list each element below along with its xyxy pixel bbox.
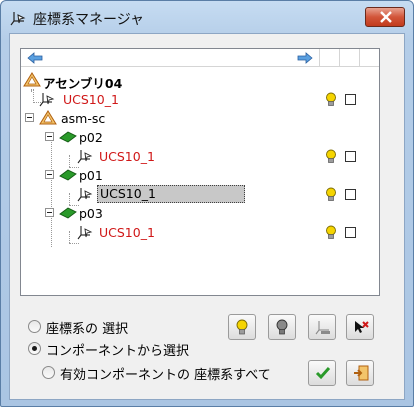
tree-row-part[interactable]: p01 [21, 166, 379, 185]
tree-row-ucs[interactable]: UCS10_1 [21, 223, 379, 242]
tree-row-ucs-selected[interactable]: UCS10_1 [21, 185, 379, 204]
part-icon [59, 207, 77, 219]
coordinate-system-icon [77, 226, 93, 240]
window-title: 座標系マネージャ [33, 12, 145, 28]
coordinate-axes-icon [315, 321, 330, 335]
coordinate-system-icon [39, 93, 55, 107]
visibility-checkbox[interactable] [345, 94, 356, 105]
coordinate-system-button[interactable] [308, 314, 336, 340]
tree-line [69, 243, 79, 244]
coordinate-system-icon [77, 188, 93, 202]
cancel-button[interactable] [346, 360, 374, 386]
part-icon [59, 169, 77, 181]
radio-button[interactable] [28, 320, 41, 333]
radio-button[interactable] [42, 366, 55, 379]
tree-row-ucs[interactable]: UCS10_1 [21, 90, 379, 109]
tree-header [21, 49, 379, 67]
tree-label: UCS10_1 [99, 149, 155, 164]
lightbulb-icon[interactable] [325, 149, 337, 164]
remove-coordinate-button[interactable] [346, 314, 374, 340]
hide-all-button[interactable] [268, 314, 296, 340]
lightbulb-off-icon [276, 319, 288, 335]
tree-label: p01 [79, 168, 103, 183]
ok-button[interactable] [308, 360, 336, 386]
tree-row-assembly-root[interactable]: アセンブリ04 [21, 71, 379, 91]
assembly-icon [39, 110, 57, 125]
column-divider [339, 49, 340, 67]
lightbulb-on-icon [236, 319, 248, 335]
tree-label: UCS10_1 [63, 92, 119, 107]
pointer-delete-icon [355, 321, 369, 333]
tree-label: UCS10_1 [99, 225, 155, 240]
close-icon [380, 11, 392, 23]
visibility-checkbox[interactable] [345, 151, 356, 162]
exit-icon [354, 365, 369, 381]
title-bar[interactable]: 座標系マネージャ [1, 1, 413, 33]
tree-label: p03 [79, 206, 103, 221]
tree-label: UCS10_1 [97, 185, 245, 203]
collapse-toggle[interactable] [45, 170, 54, 179]
column-divider [359, 49, 360, 67]
lightbulb-icon[interactable] [325, 187, 337, 202]
visibility-checkbox[interactable] [345, 189, 356, 200]
show-all-button[interactable] [228, 314, 256, 340]
tree-row-part[interactable]: p03 [21, 204, 379, 223]
part-icon [59, 131, 77, 143]
visibility-checkbox[interactable] [345, 227, 356, 238]
radio-label: 座標系の 選択 [46, 322, 129, 337]
coordinate-system-icon [10, 12, 26, 26]
collapse-toggle[interactable] [25, 113, 34, 122]
close-button[interactable] [365, 7, 405, 27]
tree-row-part[interactable]: p02 [21, 128, 379, 147]
assembly-icon [23, 72, 41, 87]
radio-label: コンポーネントから選択 [46, 344, 190, 359]
tree-row-ucs[interactable]: UCS10_1 [21, 147, 379, 166]
arrow-left-icon[interactable] [27, 52, 43, 64]
tree-label: asm-sc [61, 111, 106, 126]
collapse-toggle[interactable] [45, 208, 54, 217]
radio-label: 有効コンポーネントの 座標系すべて [60, 368, 271, 383]
dialog-window: 座標系マネージャ アセンブリ04 UCS10_1 asm-sc p02 UCS1… [0, 0, 414, 407]
tree-label: p02 [79, 130, 103, 145]
column-divider [319, 49, 320, 67]
coordinate-tree[interactable]: アセンブリ04 UCS10_1 asm-sc p02 UCS10_1 p01 U… [20, 48, 380, 296]
radio-button[interactable] [28, 342, 41, 355]
lightbulb-icon[interactable] [325, 92, 337, 107]
coordinate-system-icon [77, 150, 93, 164]
arrow-right-icon[interactable] [297, 52, 313, 64]
lightbulb-icon[interactable] [325, 225, 337, 240]
tree-row-assembly[interactable]: asm-sc [21, 109, 379, 128]
collapse-toggle[interactable] [45, 132, 54, 141]
checkmark-icon [315, 367, 331, 380]
dialog-body: アセンブリ04 UCS10_1 asm-sc p02 UCS10_1 p01 U… [9, 33, 405, 400]
